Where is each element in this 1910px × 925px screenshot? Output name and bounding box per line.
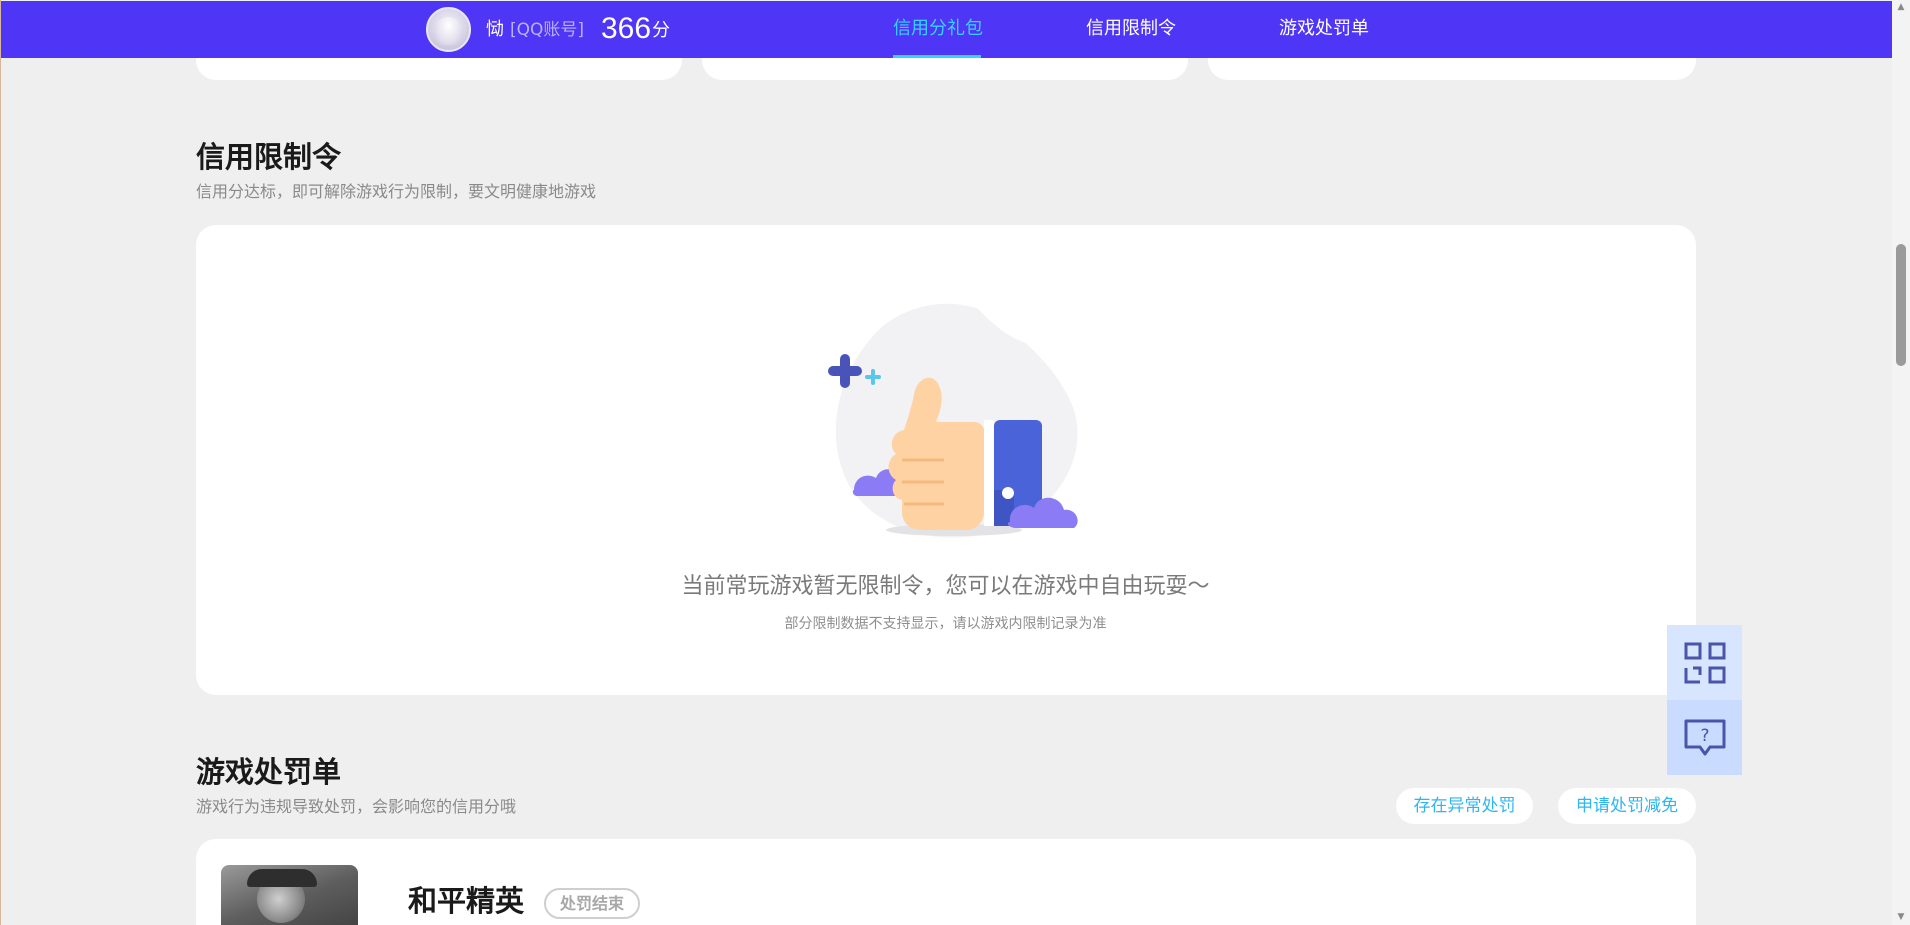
qr-code-icon: [1684, 642, 1725, 683]
tab-credit-restriction[interactable]: 信用限制令: [1086, 17, 1176, 41]
scroll-up-arrow[interactable]: ▲: [1896, 2, 1906, 12]
window-edge: [0, 0, 1, 925]
scroll-down-arrow[interactable]: ▼: [1896, 912, 1906, 922]
account-type: [QQ账号]: [510, 20, 585, 40]
abnormal-penalty-button[interactable]: 存在异常处罚: [1396, 788, 1533, 824]
help-chat-icon: ?: [1684, 719, 1725, 755]
help-button[interactable]: ?: [1667, 700, 1742, 775]
user-name: 恸: [486, 19, 504, 40]
game-name: 和平精英: [408, 884, 525, 918]
avatar[interactable]: [426, 7, 471, 52]
restriction-title: 信用限制令: [196, 140, 342, 174]
top-header: 恸 [QQ账号] 366 分 信用分礼包 信用限制令 游戏处罚单: [1, 1, 1892, 58]
penalty-title: 游戏处罚单: [196, 755, 342, 789]
credit-score: 366: [601, 12, 652, 45]
tab-credit-gift[interactable]: 信用分礼包: [893, 17, 983, 41]
scrollbar-thumb[interactable]: [1896, 244, 1906, 366]
svg-text:?: ?: [1700, 726, 1709, 746]
empty-state-message: 当前常玩游戏暂无限制令，您可以在游戏中自由玩耍～: [681, 574, 1210, 599]
tab-game-penalty[interactable]: 游戏处罚单: [1279, 17, 1369, 41]
restriction-subtitle: 信用分达标，即可解除游戏行为限制，要文明健康地游戏: [196, 182, 597, 201]
empty-state-note: 部分限制数据不支持显示，请以游戏内限制记录为准: [784, 616, 1107, 632]
qr-code-button[interactable]: [1667, 625, 1742, 700]
score-unit: 分: [652, 20, 670, 41]
penalty-subtitle: 游戏行为违规导致处罚，会影响您的信用分哦: [196, 797, 517, 816]
status-badge: 处罚结束: [544, 888, 641, 919]
thumbs-up-illustration: [828, 303, 1078, 538]
apply-reduction-button[interactable]: 申请处罚减免: [1558, 788, 1696, 824]
active-tab-indicator: [893, 55, 981, 58]
game-thumbnail: [221, 865, 358, 925]
scrollbar[interactable]: [1892, 0, 1910, 925]
